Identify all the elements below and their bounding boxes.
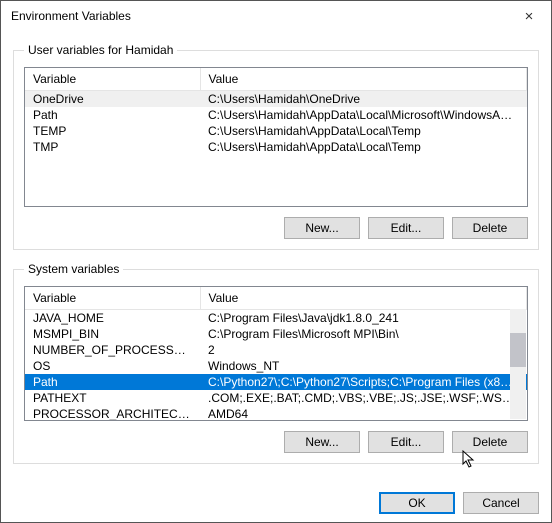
table-row[interactable]: TMPC:\Users\Hamidah\AppData\Local\Temp xyxy=(25,139,527,155)
cell-variable: OS xyxy=(25,358,200,374)
cell-variable: PATHEXT xyxy=(25,390,200,406)
table-row[interactable]: PathC:\Users\Hamidah\AppData\Local\Micro… xyxy=(25,107,527,123)
close-icon: × xyxy=(525,8,534,25)
cell-value: Windows_NT xyxy=(200,358,527,374)
user-edit-button[interactable]: Edit... xyxy=(368,217,444,239)
user-variables-listbox[interactable]: Variable Value OneDriveC:\Users\Hamidah\… xyxy=(24,67,528,207)
scrollbar-thumb[interactable] xyxy=(510,333,526,367)
dialog-buttons: OK Cancel xyxy=(1,486,551,514)
user-variables-legend: User variables for Hamidah xyxy=(24,43,177,57)
table-row[interactable]: TEMPC:\Users\Hamidah\AppData\Local\Temp xyxy=(25,123,527,139)
cell-value: C:\Program Files\Microsoft MPI\Bin\ xyxy=(200,326,527,342)
column-header-variable[interactable]: Variable xyxy=(25,68,200,91)
system-variables-group: System variables Variable Value JAVA_HOM… xyxy=(13,262,539,464)
cell-variable: JAVA_HOME xyxy=(25,310,200,327)
table-row[interactable]: OSWindows_NT xyxy=(25,358,527,374)
cell-value: C:\Users\Hamidah\AppData\Local\Temp xyxy=(200,139,527,155)
cell-value: .COM;.EXE;.BAT;.CMD;.VBS;.VBE;.JS;.JSE;.… xyxy=(200,390,527,406)
ok-button[interactable]: OK xyxy=(379,492,455,514)
system-buttons-row: New... Edit... Delete xyxy=(24,431,528,453)
cell-variable: MSMPI_BIN xyxy=(25,326,200,342)
cell-variable: Path xyxy=(25,107,200,123)
table-row[interactable]: OneDriveC:\Users\Hamidah\OneDrive xyxy=(25,91,527,108)
cell-variable: OneDrive xyxy=(25,91,200,108)
system-new-button[interactable]: New... xyxy=(284,431,360,453)
column-header-value[interactable]: Value xyxy=(200,68,527,91)
cancel-button[interactable]: Cancel xyxy=(463,492,539,514)
system-variables-listbox[interactable]: Variable Value JAVA_HOMEC:\Program Files… xyxy=(24,286,528,421)
cell-variable: Path xyxy=(25,374,200,390)
cell-value: C:\Users\Hamidah\AppData\Local\Temp xyxy=(200,123,527,139)
cell-value: C:\Program Files\Java\jdk1.8.0_241 xyxy=(200,310,527,327)
table-row[interactable]: JAVA_HOMEC:\Program Files\Java\jdk1.8.0_… xyxy=(25,310,527,327)
user-delete-button[interactable]: Delete xyxy=(452,217,528,239)
table-row[interactable]: PathC:\Python27\;C:\Python27\Scripts;C:\… xyxy=(25,374,527,390)
titlebar: Environment Variables × xyxy=(1,1,551,31)
cell-variable: TMP xyxy=(25,139,200,155)
window-title: Environment Variables xyxy=(11,9,507,23)
user-buttons-row: New... Edit... Delete xyxy=(24,217,528,239)
column-header-variable[interactable]: Variable xyxy=(25,287,200,310)
cell-value: 2 xyxy=(200,342,527,358)
table-row[interactable]: MSMPI_BINC:\Program Files\Microsoft MPI\… xyxy=(25,326,527,342)
cell-variable: TEMP xyxy=(25,123,200,139)
system-variables-legend: System variables xyxy=(24,262,123,276)
cell-value: C:\Users\Hamidah\OneDrive xyxy=(200,91,527,108)
table-row[interactable]: PROCESSOR_ARCHITECTUREAMD64 xyxy=(25,406,527,421)
table-row[interactable]: NUMBER_OF_PROCESSORS2 xyxy=(25,342,527,358)
cell-variable: PROCESSOR_ARCHITECTURE xyxy=(25,406,200,421)
cell-variable: NUMBER_OF_PROCESSORS xyxy=(25,342,200,358)
cell-value: C:\Python27\;C:\Python27\Scripts;C:\Prog… xyxy=(200,374,527,390)
cell-value: C:\Users\Hamidah\AppData\Local\Microsoft… xyxy=(200,107,527,123)
cell-value: AMD64 xyxy=(200,406,527,421)
system-delete-button[interactable]: Delete xyxy=(452,431,528,453)
user-new-button[interactable]: New... xyxy=(284,217,360,239)
system-edit-button[interactable]: Edit... xyxy=(368,431,444,453)
column-header-value[interactable]: Value xyxy=(200,287,527,310)
table-row[interactable]: PATHEXT.COM;.EXE;.BAT;.CMD;.VBS;.VBE;.JS… xyxy=(25,390,527,406)
user-variables-group: User variables for Hamidah Variable Valu… xyxy=(13,43,539,250)
close-button[interactable]: × xyxy=(507,1,551,31)
